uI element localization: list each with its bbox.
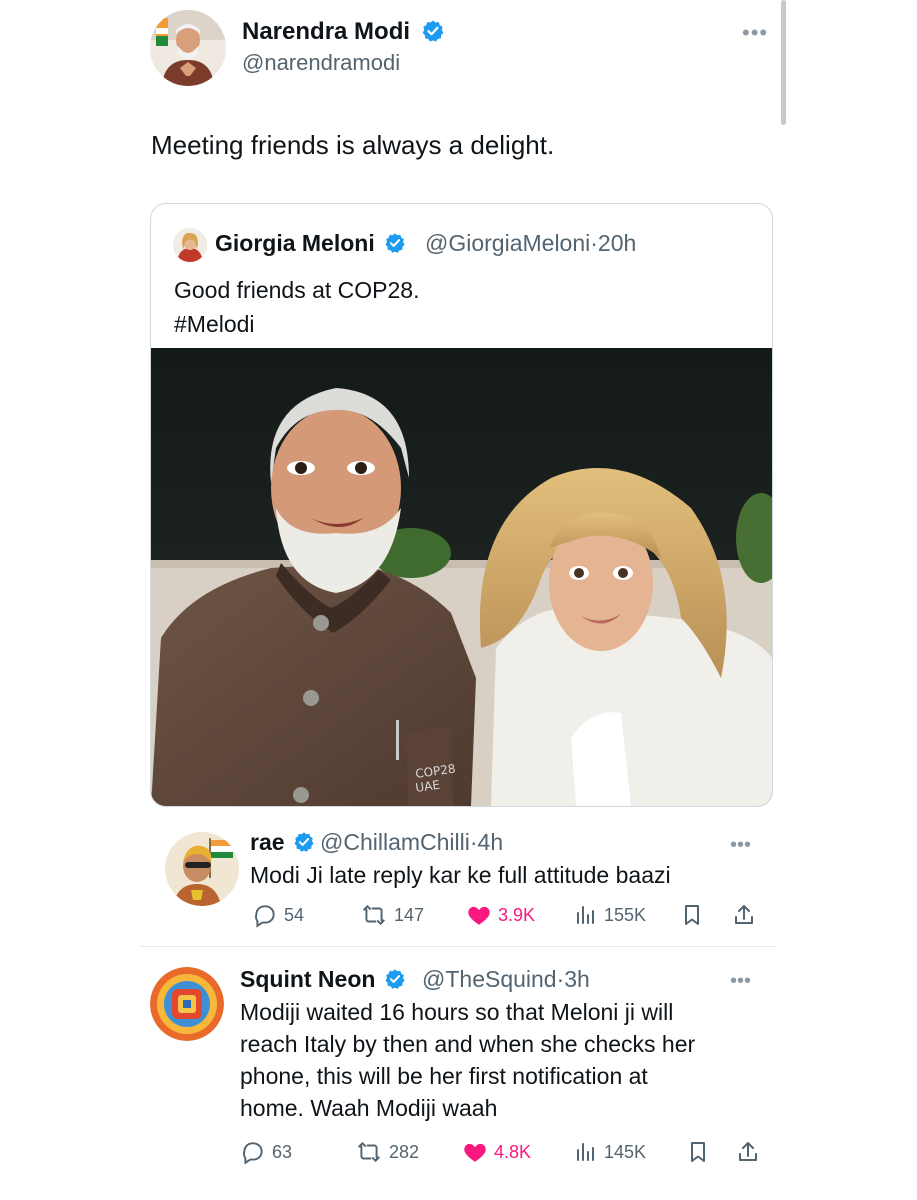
verified-badge-icon xyxy=(385,969,405,989)
author-name-text[interactable]: Narendra Modi xyxy=(242,18,410,45)
scrollbar[interactable] xyxy=(781,0,786,125)
reply-text-line: Modiji waited 16 hours so that Meloni ji… xyxy=(240,999,674,1025)
share-icon xyxy=(735,905,753,924)
views-count: 155K xyxy=(604,904,647,925)
more-options-button[interactable]: ••• xyxy=(742,20,768,46)
reply-timestamp[interactable]: ·4h xyxy=(470,829,503,855)
author-name[interactable]: Narendra Modi xyxy=(242,18,445,46)
reply-tweet[interactable]: rae @ChillamChilli·4h ••• Modi Ji late r… xyxy=(140,812,777,942)
bookmark-button[interactable] xyxy=(680,902,704,928)
verified-badge-icon xyxy=(294,832,314,852)
more-options-button[interactable]: ••• xyxy=(730,970,751,993)
reply-tweet[interactable]: Squint Neon @TheSquind·3h ••• Modiji wai… xyxy=(140,950,777,1190)
quoted-handle-text[interactable]: @GiorgiaMeloni xyxy=(425,230,590,256)
reply-text-line: phone, this will be her first notificati… xyxy=(240,1063,648,1089)
share-button[interactable] xyxy=(732,902,756,928)
bookmark-button[interactable] xyxy=(686,1139,710,1165)
quoted-author-avatar[interactable] xyxy=(173,228,207,262)
screenshot-canvas: Narendra Modi @narendramodi ••• Meeting … xyxy=(0,0,917,1200)
bookmark-icon xyxy=(691,1142,705,1162)
repost-button[interactable]: 147 xyxy=(360,902,424,928)
heart-icon xyxy=(468,906,490,925)
bookmark-icon xyxy=(685,905,699,925)
reply-author-avatar[interactable] xyxy=(150,967,224,1041)
quoted-timestamp[interactable]: ·20h xyxy=(590,230,636,256)
views-icon xyxy=(577,1143,594,1161)
quoted-author-name[interactable]: Giorgia Meloni xyxy=(215,230,406,257)
like-count: 4.8K xyxy=(494,1141,532,1162)
repost-count: 147 xyxy=(394,904,425,925)
comment-icon xyxy=(255,905,275,928)
views-button[interactable]: 155K xyxy=(574,902,646,928)
reply-count-button[interactable]: 54 xyxy=(252,902,304,928)
views-button[interactable]: 145K xyxy=(574,1139,646,1165)
reply-author-name[interactable]: Squint Neon xyxy=(240,966,406,993)
selfie-photo[interactable]: COP28 UAE xyxy=(151,348,772,806)
like-count: 3.9K xyxy=(498,904,536,925)
reply-author-name-text[interactable]: rae xyxy=(250,829,285,855)
reply-handle-text[interactable]: @TheSquind xyxy=(422,966,557,992)
reply-text-line: reach Italy by then and when she checks … xyxy=(240,1031,696,1057)
quoted-text-line: Good friends at COP28. xyxy=(174,277,420,303)
verified-badge-icon xyxy=(385,233,405,253)
comment-icon xyxy=(243,1142,263,1165)
reply-author-name[interactable]: rae xyxy=(250,829,315,856)
quoted-author-handle[interactable]: @GiorgiaMeloni·20h xyxy=(425,230,636,257)
tweet-text: Meeting friends is always a delight. xyxy=(151,130,555,160)
reply-author-handle[interactable]: @ChillamChilli·4h xyxy=(320,829,503,856)
hashtag-link[interactable]: #Melodi xyxy=(174,307,419,341)
reply-text-line: home. Waah Modiji waah xyxy=(240,1095,498,1121)
comment-count: 54 xyxy=(284,904,305,925)
share-button[interactable] xyxy=(736,1139,760,1165)
divider xyxy=(140,946,777,947)
reply-author-name-text[interactable]: Squint Neon xyxy=(240,966,375,992)
reply-text: Modiji waited 16 hours so that Meloni ji… xyxy=(240,996,695,1124)
repost-icon xyxy=(358,1141,380,1163)
comment-count: 63 xyxy=(272,1141,293,1162)
views-icon xyxy=(577,906,594,924)
reply-author-handle[interactable]: @TheSquind·3h xyxy=(422,966,590,993)
more-options-button[interactable]: ••• xyxy=(730,834,751,857)
quoted-author-name-text[interactable]: Giorgia Meloni xyxy=(215,230,375,256)
views-count: 145K xyxy=(604,1141,647,1162)
verified-badge-icon xyxy=(422,20,444,42)
like-button[interactable]: 4.8K xyxy=(462,1139,531,1165)
author-avatar[interactable] xyxy=(150,10,226,86)
author-handle[interactable]: @narendramodi xyxy=(242,50,400,76)
repost-count: 282 xyxy=(389,1141,420,1162)
share-icon xyxy=(739,1142,757,1161)
reply-count-button[interactable]: 63 xyxy=(240,1139,292,1165)
quoted-tweet-text: Good friends at COP28. #Melodi xyxy=(174,273,419,341)
reply-handle-text[interactable]: @ChillamChilli xyxy=(320,829,470,855)
heart-icon xyxy=(464,1143,486,1162)
repost-button[interactable]: 282 xyxy=(355,1139,419,1165)
like-button[interactable]: 3.9K xyxy=(466,902,535,928)
reply-text: Modi Ji late reply kar ke full attitude … xyxy=(250,862,671,888)
reply-author-avatar[interactable] xyxy=(165,832,239,906)
quoted-tweet-card[interactable]: Giorgia Meloni @GiorgiaMeloni·20h Good f… xyxy=(150,203,773,807)
reply-timestamp[interactable]: ·3h xyxy=(557,966,590,992)
repost-icon xyxy=(363,904,385,926)
